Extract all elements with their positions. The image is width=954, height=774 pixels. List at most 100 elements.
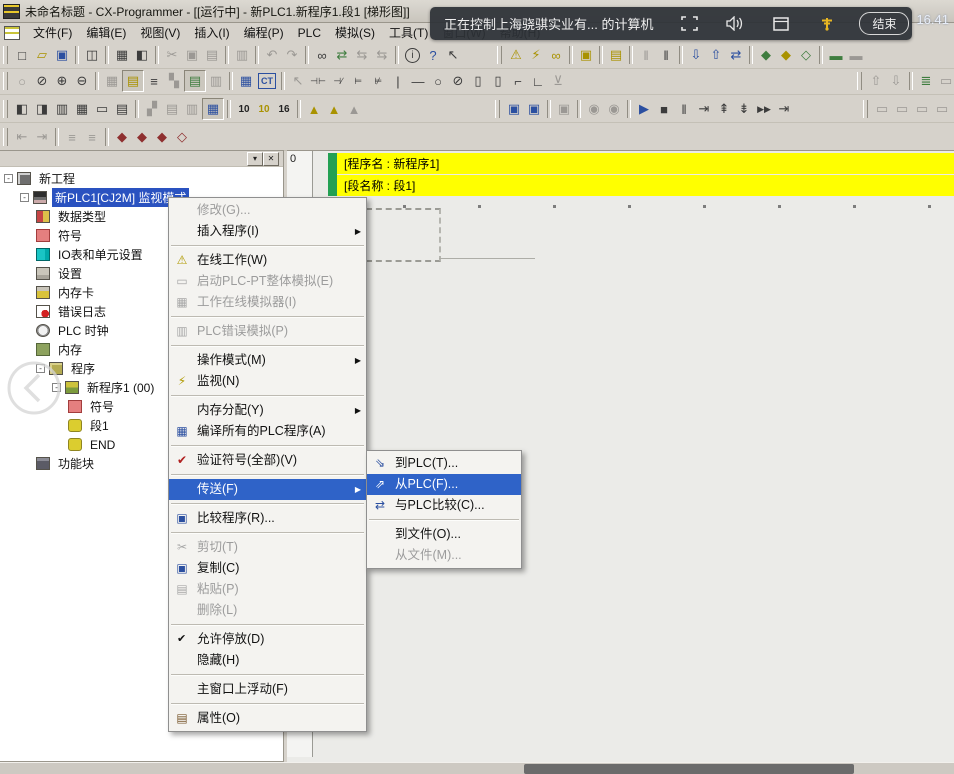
tile-v-icon[interactable]: ▥: [52, 99, 72, 119]
find-icon[interactable]: ∞: [312, 45, 332, 65]
delete-tool-icon[interactable]: ⊻: [548, 71, 568, 91]
diff2-icon[interactable]: ◆: [132, 127, 152, 147]
cut-icon[interactable]: ✂: [162, 45, 182, 65]
zoom-tool-icon[interactable]: ○: [12, 71, 32, 91]
menubar-item-3[interactable]: 视图(V): [133, 23, 187, 42]
monitor-warning-icon[interactable]: ⚡: [526, 45, 546, 65]
select-tool-icon[interactable]: ↖: [288, 71, 308, 91]
context-menu-operate-mode[interactable]: 操作模式(M)▶: [169, 350, 366, 371]
device-monitor-icon[interactable]: ∞: [546, 45, 566, 65]
force-set-icon[interactable]: ◆: [756, 45, 776, 65]
expand-box-icon[interactable]: -: [4, 174, 13, 183]
compare-plc-icon[interactable]: ⇄: [726, 45, 746, 65]
toolbar-grip[interactable]: [495, 100, 500, 118]
context-menu-insert-program[interactable]: 插入程序(I)▶: [169, 221, 366, 242]
context-menu-cut[interactable]: ✂剪切(T): [169, 537, 366, 558]
sunflower-icon[interactable]: [817, 14, 837, 34]
sim-scan-icon[interactable]: ▶▶: [754, 99, 774, 119]
tile-h-icon[interactable]: ◨: [32, 99, 52, 119]
speaker-icon[interactable]: [725, 14, 745, 34]
menubar-item-1[interactable]: 文件(F): [26, 23, 79, 42]
context-menu-transfer[interactable]: 传送(F)▶: [169, 479, 366, 500]
io-monitor-icon[interactable]: ▣: [576, 45, 596, 65]
sim-play-icon[interactable]: ▶: [634, 99, 654, 119]
symbols-view-icon[interactable]: ▤: [122, 70, 144, 92]
display-pill1-icon[interactable]: ▭: [872, 99, 892, 119]
coil-nc-icon[interactable]: ⊘: [448, 71, 468, 91]
selected-cell-hatch[interactable]: [366, 208, 441, 262]
context-menu-compare-program[interactable]: ▣比较程序(R)...: [169, 508, 366, 529]
hex-display-icon[interactable]: 16: [274, 99, 294, 119]
print-preview-icon[interactable]: ◧: [132, 45, 152, 65]
clock-ct-icon[interactable]: CT: [258, 73, 276, 89]
save-icon[interactable]: ▣: [52, 45, 72, 65]
address-monitor-icon[interactable]: ▦: [202, 98, 224, 120]
submenu-compare-with-plc[interactable]: ⇄与PLC比较(C)...: [367, 495, 521, 516]
display-pill3-icon[interactable]: ▭: [912, 99, 932, 119]
toolbar-grip[interactable]: [3, 46, 8, 64]
horizontal-scrollbar[interactable]: [0, 762, 954, 774]
context-help-icon[interactable]: ↖: [443, 45, 463, 65]
submenu-from-plc[interactable]: ⇗从PLC(F)...: [367, 474, 521, 495]
monitor-run-icon[interactable]: ▲: [304, 99, 324, 119]
menubar-item-5[interactable]: 编程(P): [237, 23, 291, 42]
monitor-hand-icon[interactable]: ◉: [604, 99, 624, 119]
help-icon[interactable]: ?: [423, 45, 443, 65]
horizontal-line-icon[interactable]: —: [408, 71, 428, 91]
download-plc-icon[interactable]: ⇩: [686, 45, 706, 65]
force-reset-icon[interactable]: ◆: [776, 45, 796, 65]
signed-dec-display-icon[interactable]: 10: [254, 99, 274, 119]
pause-monitor-icon[interactable]: ‖: [636, 45, 656, 65]
context-menu-allow-docking[interactable]: ✔允许停放(D): [169, 629, 366, 650]
contact-or-nc-icon[interactable]: ⊭: [368, 71, 388, 91]
coil-no-icon[interactable]: ○: [428, 71, 448, 91]
cascade-icon[interactable]: ◧: [12, 99, 32, 119]
zoom-sel-icon[interactable]: ⊘: [32, 71, 52, 91]
sim-stop-icon[interactable]: ■: [654, 99, 674, 119]
arrange-icon[interactable]: ▦: [72, 99, 92, 119]
about-icon[interactable]: i: [405, 48, 420, 63]
wrap-rungs-icon[interactable]: ▥: [206, 71, 226, 91]
rack-config-icon[interactable]: ▭: [936, 71, 954, 91]
dec-display-icon[interactable]: 10: [234, 99, 254, 119]
display-pill4-icon[interactable]: ▭: [932, 99, 952, 119]
find-next-icon[interactable]: ⇆: [352, 45, 372, 65]
context-menu-paste[interactable]: ▤粘贴(P): [169, 579, 366, 600]
context-menu-delete[interactable]: 删除(L): [169, 600, 366, 621]
toolbar-grip[interactable]: [3, 128, 8, 146]
cross-ref-icon[interactable]: ▞: [142, 99, 162, 119]
context-menu-plc-error-sim[interactable]: ▥PLC错误模拟(P): [169, 321, 366, 342]
toolbar-grip[interactable]: [863, 100, 868, 118]
context-menu-monitor[interactable]: ⚡监视(N): [169, 371, 366, 392]
copy-icon[interactable]: ▣: [182, 45, 202, 65]
context-menu-work-online-simulator[interactable]: ▦工作在线模拟器(I): [169, 292, 366, 313]
display-pill2-icon[interactable]: ▭: [892, 99, 912, 119]
instruction2-icon[interactable]: ▯: [488, 71, 508, 91]
monitor-stop-icon[interactable]: ▲: [344, 99, 364, 119]
retrieve-down-icon[interactable]: ⇩: [886, 71, 906, 91]
panel-menu-button[interactable]: ▾: [247, 152, 263, 166]
paste-icon[interactable]: ▤: [202, 45, 222, 65]
toolbar-grip[interactable]: [3, 72, 8, 90]
contact-nc-icon[interactable]: ⊣∕: [328, 71, 348, 91]
sim-step-icon[interactable]: ⇥: [694, 99, 714, 119]
compact-rungs-icon[interactable]: ▤: [184, 70, 206, 92]
diff3-icon[interactable]: ◆: [152, 127, 172, 147]
sim-pause-icon[interactable]: ‖: [674, 99, 694, 119]
sim-step-out-icon[interactable]: ⇟: [734, 99, 754, 119]
diff4-icon[interactable]: ◇: [172, 127, 192, 147]
upload-plc-icon[interactable]: ⇧: [706, 45, 726, 65]
sim-step-in-icon[interactable]: ⇞: [714, 99, 734, 119]
submenu-to-plc[interactable]: ⇘到PLC(T)...: [367, 453, 521, 474]
transfer-monitor-icon[interactable]: ▤: [606, 45, 626, 65]
diff1-icon[interactable]: ◆: [112, 127, 132, 147]
menubar-item-6[interactable]: PLC: [291, 25, 328, 41]
pause-icon[interactable]: ‖: [656, 45, 676, 65]
online-hand-icon[interactable]: ◉: [584, 99, 604, 119]
context-menu-modify[interactable]: 修改(G)...: [169, 200, 366, 221]
scrollbar-thumb[interactable]: [524, 764, 854, 774]
watch-icon[interactable]: ▤: [162, 99, 182, 119]
compare-toolbar-icon[interactable]: ▣: [554, 99, 574, 119]
context-menu-float-on-main-window[interactable]: 主窗口上浮动(F): [169, 679, 366, 700]
address-ref-icon[interactable]: ▦: [236, 71, 256, 91]
